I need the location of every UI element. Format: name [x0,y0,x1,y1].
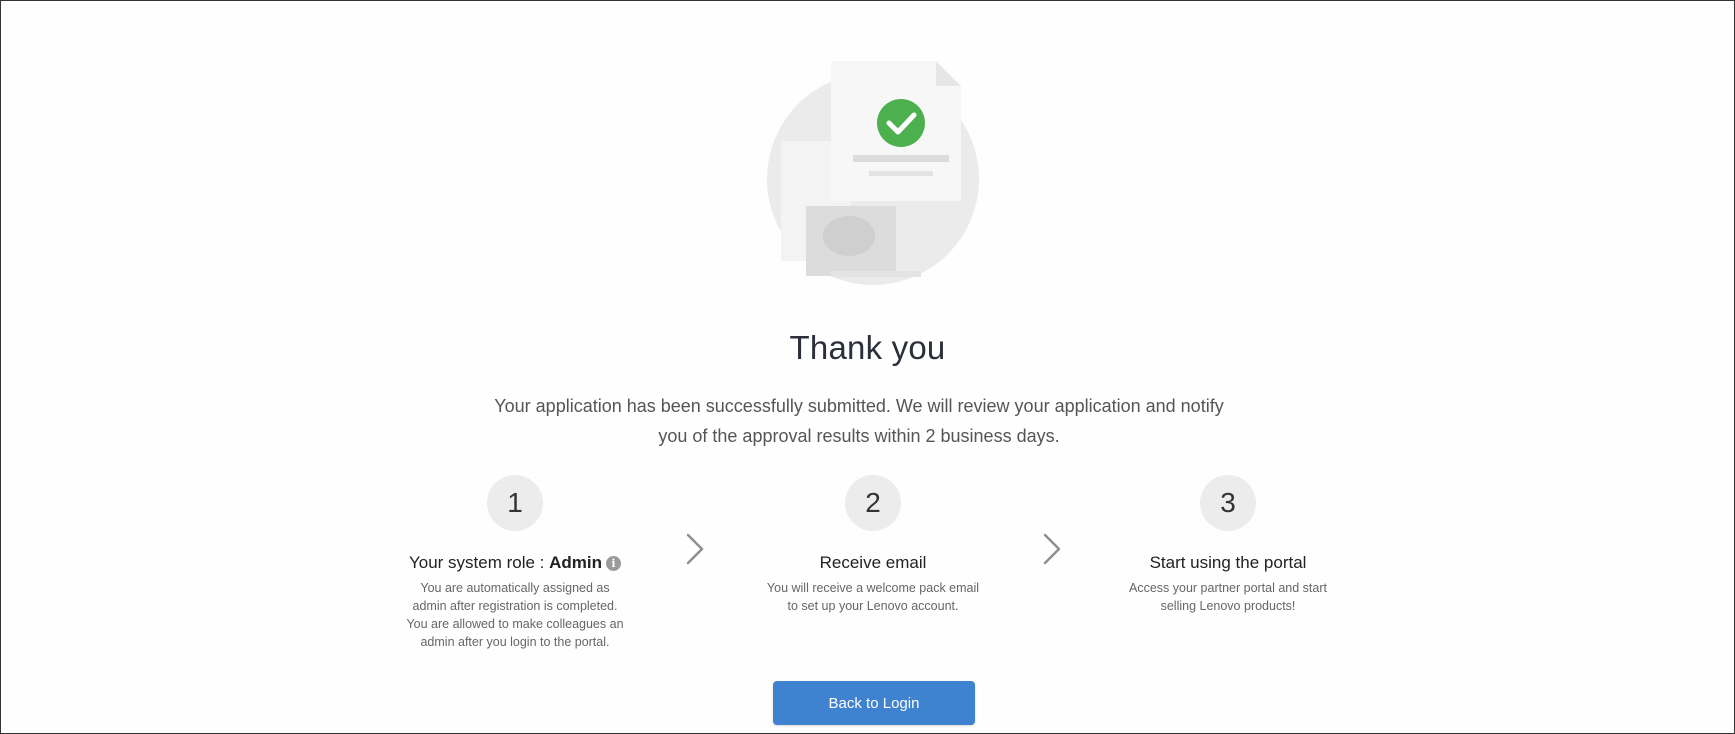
step-system-role: 1 Your system role : Admin i You are auto… [375,475,655,651]
chevron-right-icon [686,533,704,565]
step-description-line: admin after you login to the portal. [420,635,610,649]
step-title: Receive email [819,553,927,572]
application-submitted-illustration [761,51,1001,291]
step-title-text: Your system role : [408,553,550,572]
back-to-login-button[interactable]: Back to Login [773,681,975,725]
submission-message: Your application has been successfully s… [461,391,1257,451]
step-description: You are automatically assigned as admin … [395,579,635,651]
step-description-line: Access your partner portal and start [1128,581,1327,595]
chevron-right-icon [1043,533,1061,565]
step-start-portal: 3 Start using the portal Access your par… [1088,475,1368,615]
step-description-line: to set up your Lenovo account. [787,599,959,613]
check-circle-icon [877,99,925,147]
system-role-value: Admin [549,553,603,572]
step-receive-email: 2 Receive email You will receive a welco… [733,475,1013,615]
step-description-line: You are allowed to make colleagues an [406,617,624,631]
info-icon[interactable]: i [606,556,622,571]
step-description-line: selling Lenovo products! [1160,599,1296,613]
submission-message-line: you of the approval results within 2 bus… [658,426,1060,446]
step-number-badge: 2 [845,475,901,531]
step-number-badge: 3 [1200,475,1256,531]
confirmation-page: Thank you Your application has been succ… [0,0,1735,734]
step-description-line: You will receive a welcome pack email [766,581,980,595]
step-number-badge: 1 [487,475,543,531]
step-description-line: You are automatically assigned as [420,581,610,595]
step-description-line: admin after registration is completed. [412,599,618,613]
step-description: Access your partner portal and start sel… [1098,579,1358,615]
step-title: Your system role : Admin i [375,553,655,573]
submission-message-line: Your application has been successfully s… [494,396,1224,416]
step-title: Start using the portal [1149,553,1307,572]
step-description: You will receive a welcome pack email to… [743,579,1003,615]
page-title: Thank you [789,329,946,366]
